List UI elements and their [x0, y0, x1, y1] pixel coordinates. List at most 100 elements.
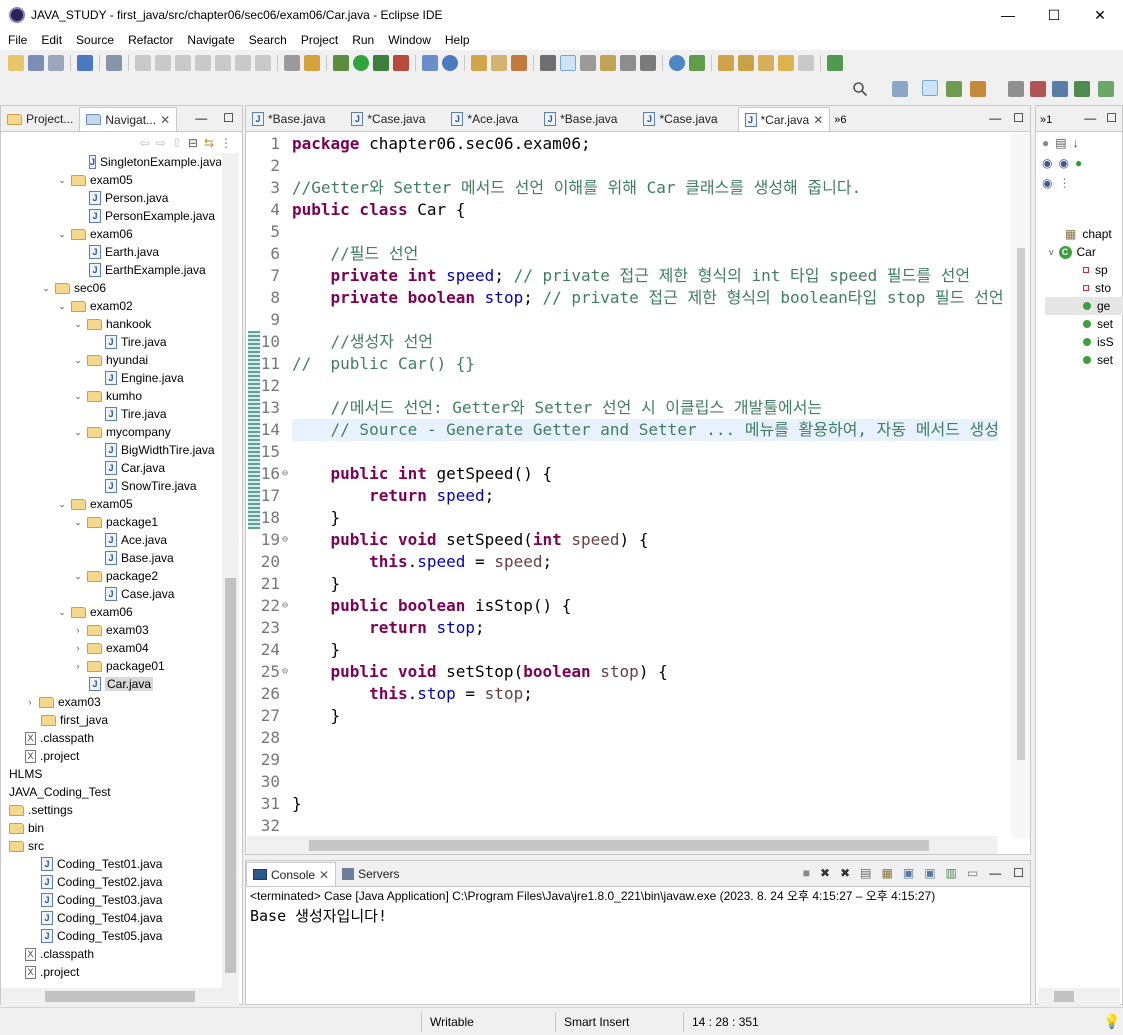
editor-scrollbar[interactable] [1011, 133, 1030, 838]
menu-run[interactable]: Run [344, 33, 380, 47]
open-task-icon[interactable] [491, 54, 507, 71]
expanded-chevron-icon[interactable]: ⌄ [73, 571, 83, 582]
tree-item[interactable]: › exam03 [1, 621, 221, 639]
tree-item[interactable]: X .classpath [1, 945, 221, 963]
tree-item[interactable]: J Person.java [1, 189, 221, 207]
tree-item[interactable]: J Base.java [1, 549, 221, 567]
back-nav-icon[interactable]: ⇦ [140, 136, 150, 150]
hide-static-icon[interactable]: ◉ [1058, 156, 1068, 170]
minimize-view-icon[interactable]: — [187, 111, 215, 131]
new-java-project-icon[interactable] [422, 54, 438, 71]
code-line[interactable]: 13 //메서드 선언: Getter와 Setter 선언 시 이클립스 개발… [247, 397, 1030, 419]
clear-console-icon[interactable]: ▤ [855, 866, 876, 886]
code-editor[interactable]: 1 package chapter06.sec06.exam06; 2 3//Gett… [247, 133, 1030, 838]
tree-item[interactable]: ⌄ mycompany [1, 423, 221, 441]
code-line[interactable]: 31} [247, 793, 1030, 815]
hide-fields-icon[interactable]: ◉ [1042, 156, 1052, 170]
editor-tab-case-2[interactable]: J *Case.java [637, 107, 723, 131]
tree-item[interactable]: J Earth.java [1, 243, 221, 261]
outline-member[interactable]: set [1045, 351, 1123, 369]
menu-navigate[interactable]: Navigate [179, 33, 240, 47]
tree-item[interactable]: J Ace.java [1, 531, 221, 549]
expanded-chevron-icon[interactable]: ⌄ [57, 229, 67, 240]
tree-item[interactable]: ⌄ exam02 [1, 297, 221, 315]
up-nav-icon[interactable]: ⇧ [172, 136, 182, 150]
show-console-icon[interactable]: ▣ [919, 866, 940, 886]
next-annotation-icon[interactable] [540, 54, 556, 71]
code-line[interactable]: 5 [247, 221, 1030, 243]
view-icon-3[interactable] [1074, 81, 1090, 97]
terminal-icon[interactable] [77, 54, 93, 71]
tree-item[interactable]: J Car.java [1, 675, 221, 693]
suspend-icon[interactable] [155, 54, 171, 71]
view-icon-4[interactable] [1098, 81, 1114, 97]
code-line[interactable]: 9 [247, 309, 1030, 331]
tree-item[interactable]: HLMS [1, 765, 221, 783]
mark-occurrences-icon[interactable] [560, 54, 576, 71]
code-line[interactable]: 32 [247, 815, 1030, 837]
outline-member[interactable]: set [1045, 315, 1123, 333]
tree-item[interactable]: J Coding_Test03.java [1, 891, 221, 909]
outline-overflow[interactable]: »1 [1036, 114, 1056, 131]
code-line[interactable]: 20 this.speed = speed; [247, 551, 1030, 573]
menu-project[interactable]: Project [293, 33, 344, 47]
collapsed-chevron-icon[interactable]: › [73, 661, 83, 671]
editor-tab-base-1[interactable]: J *Base.java [246, 107, 331, 131]
code-line[interactable]: 6 //필드 선언 [247, 243, 1030, 265]
code-line[interactable]: 7 private int speed; // private 접근 제한 형식… [247, 265, 1030, 287]
code-line[interactable]: 8 private boolean stop; // private 접근 제한… [247, 287, 1030, 309]
coverage-icon[interactable] [373, 54, 389, 71]
tree-item[interactable]: J Coding_Test01.java [1, 855, 221, 873]
debug-icon[interactable] [333, 54, 349, 71]
tab-servers[interactable]: Servers [336, 862, 405, 886]
tree-item[interactable]: J Engine.java [1, 369, 221, 387]
editor-tab-car[interactable]: J *Car.java ✕ [737, 107, 831, 131]
pin-console-icon[interactable]: ▥ [941, 866, 962, 886]
outline-member[interactable]: sp [1045, 261, 1123, 279]
code-line[interactable]: 24 } [247, 639, 1030, 661]
collapsed-chevron-icon[interactable]: › [73, 625, 83, 635]
tree-item[interactable]: J EarthExample.java [1, 261, 221, 279]
tree-scrollbar[interactable] [222, 153, 239, 988]
git-perspective-icon[interactable] [970, 81, 986, 97]
code-line[interactable]: 23 return stop; [247, 617, 1030, 639]
menu-refactor[interactable]: Refactor [120, 33, 179, 47]
link-editor-icon[interactable]: ⇆ [204, 136, 214, 150]
scroll-lock-icon[interactable]: ▦ [877, 866, 898, 886]
editor-tab-base-2[interactable]: J *Base.java [538, 107, 623, 131]
word-wrap-console-icon[interactable]: ▣ [898, 866, 919, 886]
pin-editor-icon[interactable] [689, 54, 705, 71]
code-line[interactable]: 11 // public Car() {} [247, 353, 1030, 375]
tree-item[interactable]: ⌄ package1 [1, 513, 221, 531]
tree-item[interactable]: ⌄ hankook [1, 315, 221, 333]
tree-item[interactable]: J SingletonExample.java [1, 153, 221, 171]
code-line[interactable]: 19 ⊖ public void setSpeed(int speed) { [247, 529, 1030, 551]
code-line[interactable]: 18 } [247, 507, 1030, 529]
code-line[interactable]: 12 [247, 375, 1030, 397]
tree-item[interactable]: J Coding_Test02.java [1, 873, 221, 891]
code-line[interactable]: 15 [247, 441, 1030, 463]
code-line[interactable]: 30 [247, 771, 1030, 793]
resume-icon[interactable] [135, 54, 151, 71]
minimize-view-icon[interactable]: — [983, 866, 1007, 886]
code-line[interactable]: 14 // Source - Generate Getter and Sette… [247, 419, 1030, 441]
web-browser-icon[interactable] [669, 54, 685, 71]
code-line[interactable]: 28 [247, 727, 1030, 749]
tree-item[interactable]: J SnowTire.java [1, 477, 221, 495]
menu-help[interactable]: Help [437, 33, 476, 47]
expanded-chevron-icon[interactable]: ⌄ [41, 283, 51, 294]
search-toolbar-icon[interactable] [511, 54, 527, 71]
code-line[interactable]: 2 [247, 155, 1030, 177]
code-line[interactable]: 21 } [247, 573, 1030, 595]
expanded-chevron-icon[interactable]: ⌄ [57, 175, 67, 186]
tree-item[interactable]: J Car.java [1, 459, 221, 477]
close-icon[interactable]: ✕ [319, 868, 329, 882]
disconnect-icon[interactable] [195, 54, 211, 71]
tree-item[interactable]: ⌄ hyundai [1, 351, 221, 369]
back-arrow-icon[interactable] [778, 54, 794, 71]
tree-item[interactable]: X .classpath [1, 729, 221, 747]
word-wrap-icon[interactable] [620, 54, 636, 71]
tree-item[interactable]: › exam04 [1, 639, 221, 657]
save-icon[interactable] [28, 54, 44, 71]
skip-breakpoints-icon[interactable] [106, 54, 122, 71]
